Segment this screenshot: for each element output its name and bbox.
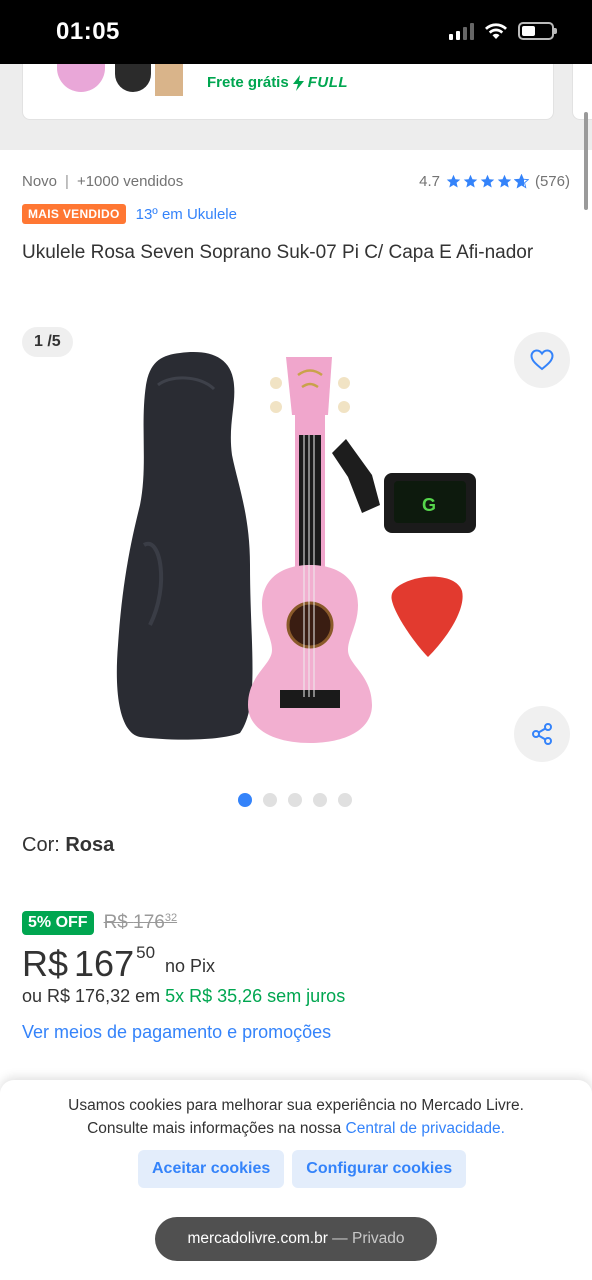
- star-half-icon: [513, 174, 529, 189]
- free-shipping-text: Frete grátis: [207, 74, 289, 91]
- gallery-pagination: [238, 793, 352, 807]
- badges-row: MAIS VENDIDO 13º em Ukulele: [22, 204, 237, 224]
- star-icon: [497, 174, 512, 188]
- sold-count: +1000 vendidos: [76, 173, 184, 190]
- battery-icon: [518, 22, 557, 40]
- color-selector: Cor: Rosa: [22, 834, 114, 857]
- star-icon: [463, 174, 478, 188]
- status-icons: [449, 22, 557, 40]
- privacy-link[interactable]: Central de privacidade.: [346, 1120, 505, 1137]
- installments-value: 5x R$ 35,26 sem juros: [165, 986, 346, 1006]
- installments: ou R$ 176,32 em 5x R$ 35,26 sem juros: [22, 986, 345, 1007]
- pagination-dot-active[interactable]: [238, 793, 252, 807]
- pix-label: no Pix: [165, 956, 216, 976]
- cookie-buttons: Aceitar cookies Configurar cookies: [138, 1150, 467, 1188]
- pagination-dot[interactable]: [288, 793, 302, 807]
- price-integer: 167: [74, 943, 135, 984]
- payment-methods-link[interactable]: Ver meios de pagamento e promoções: [22, 1022, 331, 1043]
- thumb-ukulele-image: [57, 64, 105, 92]
- browser-url-bar[interactable]: mercadolivre.com.br — Privado: [155, 1217, 437, 1261]
- cookie-text: Usamos cookies para melhorar sua experiê…: [0, 1094, 592, 1140]
- scrollbar[interactable]: [584, 112, 588, 210]
- price-currency: R$: [22, 943, 69, 984]
- cookie-text-line1: Usamos cookies para melhorar sua experiê…: [68, 1097, 524, 1114]
- full-label: FULL: [307, 74, 349, 91]
- lightning-icon: [292, 74, 304, 91]
- price-cents: 50: [136, 943, 156, 962]
- url-text: mercadolivre.com.br: [187, 1230, 328, 1247]
- wifi-icon: [485, 23, 507, 39]
- free-shipping-label: Frete grátis FULL: [207, 74, 348, 91]
- status-time: 01:05: [56, 18, 120, 45]
- original-price: R$ 17632: [103, 912, 178, 933]
- ranking-link[interactable]: 13º em Ukulele: [136, 206, 237, 223]
- thumb-case-image: [115, 64, 151, 92]
- rating-value: 4.7: [419, 173, 440, 190]
- shipping-card[interactable]: Frete grátis FULL: [22, 64, 554, 120]
- rating[interactable]: 4.7 (576): [419, 173, 570, 190]
- review-count: (576): [534, 173, 570, 190]
- color-label: Cor:: [22, 834, 60, 856]
- best-seller-badge: MAIS VENDIDO: [22, 204, 126, 224]
- thumb-box-image: [155, 64, 183, 96]
- current-price: R$ 167 50 no Pix: [22, 940, 215, 988]
- cellular-signal-icon: [449, 22, 474, 40]
- private-mode-label: — Privado: [332, 1230, 405, 1247]
- next-card[interactable]: [572, 64, 592, 120]
- configure-cookies-button[interactable]: Configurar cookies: [292, 1150, 467, 1188]
- pagination-dot[interactable]: [313, 793, 327, 807]
- separator: |: [65, 173, 69, 190]
- color-value: Rosa: [65, 834, 115, 856]
- cookie-text-line2: Consulte mais informações na nossa Centr…: [87, 1120, 505, 1137]
- share-icon: [532, 723, 552, 745]
- product-title: Ukulele Rosa Seven Soprano Suk-07 Pi C/ …: [22, 242, 534, 263]
- pagination-dot[interactable]: [263, 793, 277, 807]
- star-icon: [446, 174, 461, 188]
- svg-text:G: G: [422, 495, 436, 515]
- installments-prefix: ou R$ 176,32 em: [22, 986, 161, 1006]
- heart-icon: [530, 349, 554, 371]
- image-counter: 1 /5: [22, 327, 73, 357]
- product-meta: Novo | +1000 vendidos: [22, 173, 183, 190]
- rating-stars: [446, 174, 529, 189]
- condition-label: Novo: [22, 173, 58, 190]
- discount-row: 5% OFF R$ 17632: [22, 911, 177, 935]
- favorite-button[interactable]: [514, 332, 570, 388]
- share-button[interactable]: [514, 706, 570, 762]
- status-bar: 01:05: [0, 0, 592, 64]
- star-icon: [480, 174, 495, 188]
- discount-badge: 5% OFF: [22, 911, 94, 935]
- product-image[interactable]: G: [110, 345, 490, 745]
- pagination-dot[interactable]: [338, 793, 352, 807]
- accept-cookies-button[interactable]: Aceitar cookies: [138, 1150, 285, 1188]
- top-section: Frete grátis FULL: [0, 64, 592, 150]
